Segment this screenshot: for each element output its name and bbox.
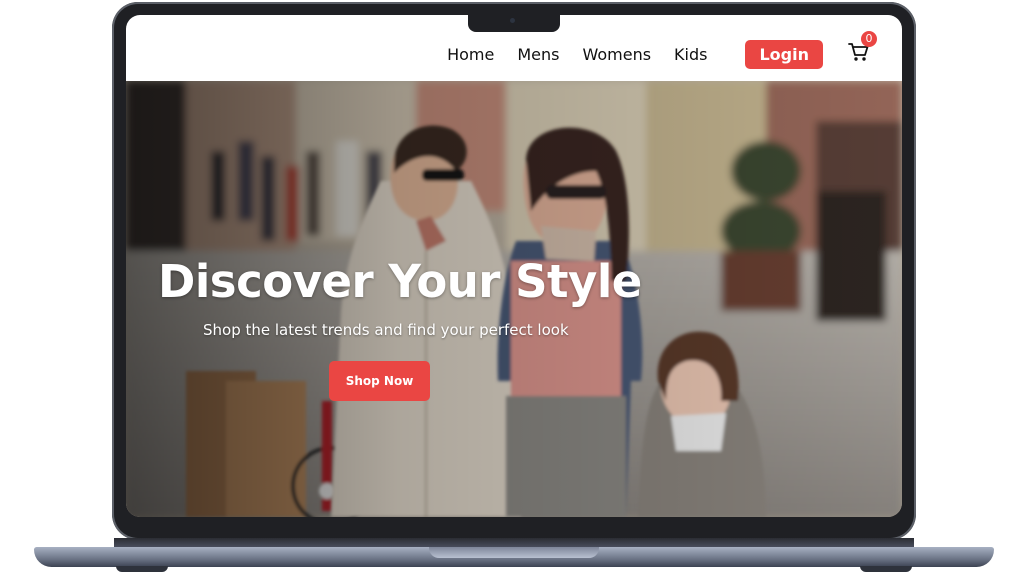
nav-link-mens[interactable]: Mens <box>517 45 559 64</box>
nav-link-womens[interactable]: Womens <box>582 45 651 64</box>
laptop-opening-notch <box>429 547 599 558</box>
webcam-icon <box>510 18 515 23</box>
cart-button[interactable]: 0 <box>848 31 877 66</box>
nav-link-home[interactable]: Home <box>447 45 494 64</box>
laptop-foot-right <box>860 566 912 572</box>
hero-banner: Discover Your Style Shop the latest tren… <box>126 81 902 517</box>
laptop-screen: Home Mens Womens Kids Login 0 Discover Y… <box>126 15 902 517</box>
laptop-foot-left <box>116 566 168 572</box>
login-button[interactable]: Login <box>745 39 823 69</box>
hero-subtitle: Shop the latest trends and find your per… <box>203 321 569 339</box>
website: Home Mens Womens Kids Login 0 Discover Y… <box>126 15 902 517</box>
camera-notch <box>468 13 560 32</box>
nav-link-kids[interactable]: Kids <box>674 45 707 64</box>
shop-now-button[interactable]: Shop Now <box>329 361 430 401</box>
hero-title: Discover Your Style <box>158 255 642 308</box>
cart-count-badge: 0 <box>861 31 877 47</box>
nav-links: Home Mens Womens Kids Login 0 <box>447 31 877 69</box>
